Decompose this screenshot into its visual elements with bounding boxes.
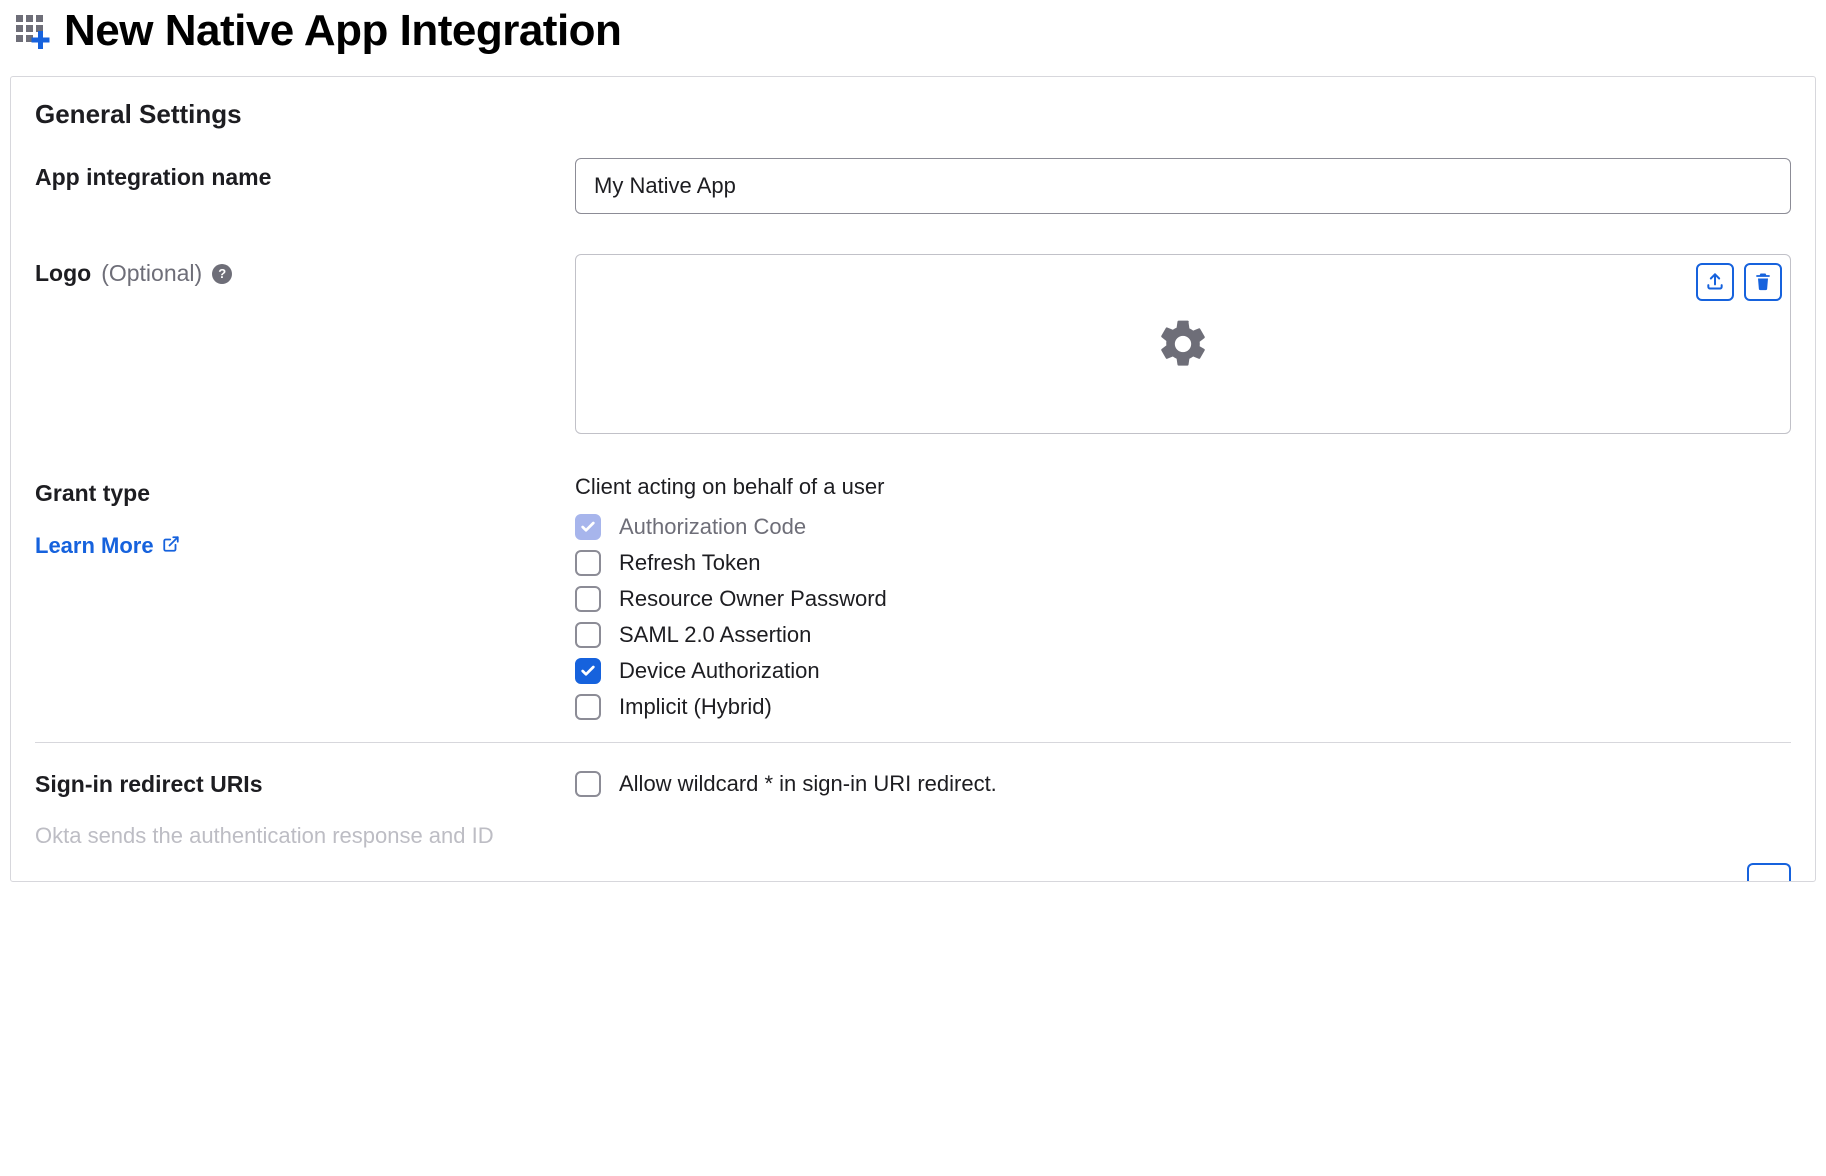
app-name-input[interactable] bbox=[575, 158, 1791, 214]
external-link-icon bbox=[162, 533, 180, 559]
trash-icon bbox=[1753, 271, 1773, 294]
partial-input-outline bbox=[1747, 863, 1791, 881]
grant-checkbox bbox=[575, 514, 601, 540]
learn-more-text: Learn More bbox=[35, 533, 154, 559]
app-name-label: App integration name bbox=[35, 164, 271, 191]
gear-icon bbox=[1155, 316, 1211, 372]
grant-option-row: Refresh Token bbox=[575, 550, 1791, 576]
grant-checkbox[interactable] bbox=[575, 694, 601, 720]
grant-option-label: Device Authorization bbox=[619, 658, 820, 684]
grant-option-row: Device Authorization bbox=[575, 658, 1791, 684]
grant-option-label: Refresh Token bbox=[619, 550, 760, 576]
upload-logo-button[interactable] bbox=[1696, 263, 1734, 301]
section-title: General Settings bbox=[35, 99, 1791, 130]
upload-icon bbox=[1705, 271, 1725, 294]
logo-dropzone[interactable] bbox=[575, 254, 1791, 434]
logo-label: Logo (Optional) ? bbox=[35, 260, 232, 287]
grant-option-row: SAML 2.0 Assertion bbox=[575, 622, 1791, 648]
grant-checkbox[interactable] bbox=[575, 586, 601, 612]
grant-type-label: Grant type bbox=[35, 480, 150, 507]
delete-logo-button[interactable] bbox=[1744, 263, 1782, 301]
grant-group-heading: Client acting on behalf of a user bbox=[575, 474, 1791, 500]
logo-optional-text: (Optional) bbox=[101, 260, 202, 287]
grant-option-row: Authorization Code bbox=[575, 514, 1791, 540]
grant-option-row: Implicit (Hybrid) bbox=[575, 694, 1791, 720]
grant-option-label: Resource Owner Password bbox=[619, 586, 887, 612]
signin-desc-text: Okta sends the authentication response a… bbox=[35, 822, 515, 851]
learn-more-link[interactable]: Learn More bbox=[35, 533, 180, 559]
help-icon[interactable]: ? bbox=[212, 264, 232, 284]
grant-option-row: Resource Owner Password bbox=[575, 586, 1791, 612]
signin-redirect-label: Sign-in redirect URIs bbox=[35, 771, 575, 798]
grant-checkbox[interactable] bbox=[575, 622, 601, 648]
page-title: New Native App Integration bbox=[64, 6, 621, 56]
grant-option-label: Authorization Code bbox=[619, 514, 806, 540]
grant-option-label: SAML 2.0 Assertion bbox=[619, 622, 811, 648]
app-grid-plus-icon bbox=[14, 13, 50, 49]
wildcard-label: Allow wildcard * in sign-in URI redirect… bbox=[619, 771, 997, 797]
grant-checkbox[interactable] bbox=[575, 550, 601, 576]
general-settings-panel: General Settings App integration name Lo… bbox=[10, 76, 1816, 882]
grant-checkbox[interactable] bbox=[575, 658, 601, 684]
wildcard-checkbox[interactable] bbox=[575, 771, 601, 797]
grant-option-label: Implicit (Hybrid) bbox=[619, 694, 772, 720]
divider bbox=[35, 742, 1791, 743]
